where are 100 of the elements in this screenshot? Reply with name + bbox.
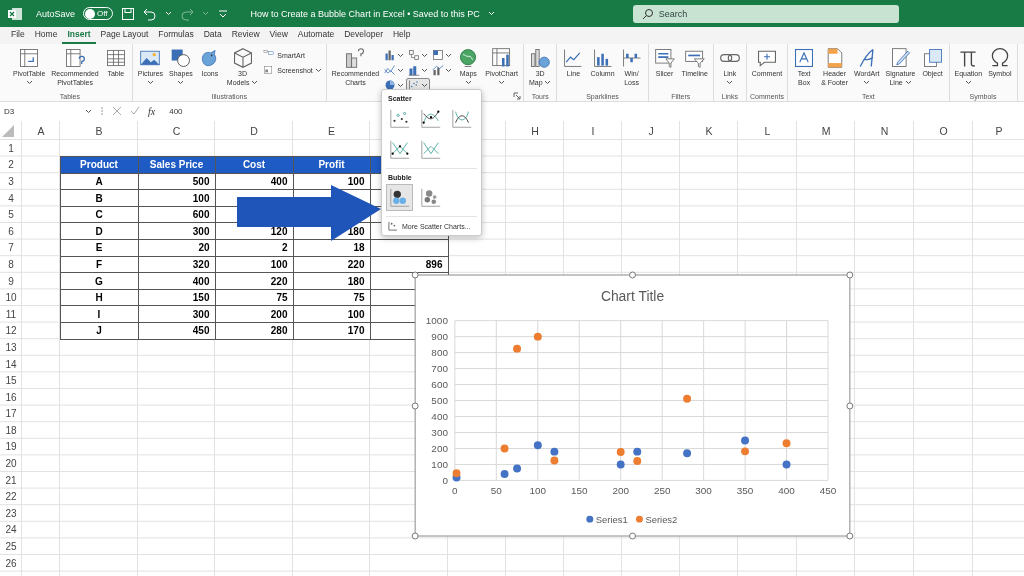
data-point <box>741 447 749 456</box>
resize-handle[interactable] <box>411 402 419 410</box>
ribbon-tab[interactable]: View <box>264 29 293 44</box>
formula-value[interactable]: 400 <box>169 106 183 116</box>
document-title[interactable]: How to Create a Bubble Chart in Excel • Saved to this PC <box>250 8 480 19</box>
ribbon-tab[interactable]: Automate <box>292 29 340 44</box>
axis-label: 250 <box>653 485 671 497</box>
data-point <box>782 439 791 448</box>
ribbon-tab[interactable]: Help <box>388 29 416 44</box>
ribbon-tab[interactable]: Review <box>226 29 265 44</box>
column-header[interactable]: A <box>22 121 60 140</box>
caret-icon <box>445 52 453 58</box>
column-heading: Sales Price <box>137 156 216 174</box>
row-header[interactable]: 15 <box>0 372 22 389</box>
row-header[interactable]: 8 <box>0 256 22 273</box>
caret-icon <box>397 52 405 58</box>
grid-icon <box>104 47 127 69</box>
resize-handle[interactable] <box>629 532 636 540</box>
column-header[interactable]: M <box>797 121 855 140</box>
column-header[interactable]: H <box>506 121 564 140</box>
row-header[interactable]: 19 <box>0 438 22 456</box>
column-header[interactable]: K <box>680 121 738 140</box>
scatter-chart-icon <box>419 107 442 130</box>
resize-handle[interactable] <box>411 532 419 540</box>
save-icon <box>120 6 135 21</box>
chart[interactable]: Chart Title 0 100 200 300 400 500 600 700 800 900 1000 0 50 100 150 200 250 300 350 400 450 Series1 Series2 <box>413 274 853 538</box>
row-header[interactable]: 24 <box>0 521 22 539</box>
row-header[interactable]: 23 <box>0 505 22 522</box>
column-header[interactable]: N <box>855 121 914 140</box>
row-header[interactable]: 25 <box>0 538 22 555</box>
axis-label: 100 <box>529 485 547 497</box>
row-header[interactable]: 6 <box>0 222 22 240</box>
row-header[interactable]: 17 <box>0 405 22 423</box>
resize-handle[interactable] <box>846 271 854 279</box>
name-box[interactable]: D3 <box>4 106 92 116</box>
row-header[interactable]: 13 <box>0 339 22 356</box>
caret-icon <box>397 67 405 73</box>
table-cell: 180 <box>292 272 371 290</box>
chart-option[interactable] <box>386 184 413 211</box>
table-cell: 300 <box>137 222 216 241</box>
bubble-chart-icon <box>388 186 411 209</box>
row-header[interactable]: 2 <box>0 156 22 174</box>
scatter-chart-icon <box>388 107 411 130</box>
row-header[interactable]: 4 <box>0 189 22 207</box>
text-box-icon <box>793 47 816 69</box>
row-header[interactable]: 1 <box>0 140 22 157</box>
column-header[interactable]: B <box>60 121 138 140</box>
table-cell: 18 <box>292 239 371 257</box>
search-field[interactable]: Search <box>632 4 899 23</box>
column-header[interactable]: P <box>973 121 1024 140</box>
axis-label: 300 <box>695 485 712 497</box>
ribbon-tab[interactable]: Home <box>29 29 63 44</box>
ribbon-tab[interactable]: Formulas <box>153 29 199 44</box>
column-header[interactable]: D <box>215 121 293 140</box>
row-header[interactable]: 9 <box>0 272 22 290</box>
row-header[interactable]: 16 <box>0 388 22 406</box>
resize-handle[interactable] <box>629 271 636 279</box>
row-header[interactable]: 26 <box>0 554 22 572</box>
row-header[interactable]: 10 <box>0 289 22 306</box>
column-header[interactable]: E <box>293 121 370 140</box>
row-header[interactable]: 18 <box>0 422 22 439</box>
chart-title: Chart Title <box>600 287 665 304</box>
function-label[interactable]: fx <box>148 105 156 117</box>
line-chart-icon <box>384 64 397 76</box>
data-point <box>500 444 509 453</box>
column-header[interactable]: C <box>138 121 215 140</box>
ribbon-tab[interactable]: Data <box>198 29 227 44</box>
data-point <box>533 441 542 450</box>
row-header[interactable]: 21 <box>0 471 22 489</box>
ribbon-tab[interactable]: Page Layout <box>95 29 154 44</box>
table-cell: 100 <box>137 189 216 207</box>
axis-label: 100 <box>431 458 448 470</box>
resize-handle[interactable] <box>846 532 854 540</box>
axis-label: 0 <box>442 474 448 486</box>
resize-handle[interactable] <box>411 271 419 279</box>
row-header[interactable]: 20 <box>0 455 22 472</box>
row-header[interactable]: 14 <box>0 355 22 373</box>
row-header[interactable]: 22 <box>0 488 22 506</box>
table-icon <box>18 47 41 69</box>
table-cell: 220 <box>214 272 294 290</box>
legend-marker <box>636 515 643 523</box>
ribbon-tab[interactable]: Developer <box>339 29 388 44</box>
column-header[interactable]: J <box>622 121 680 140</box>
column-header[interactable]: I <box>564 121 622 140</box>
axis-label: 800 <box>431 347 448 359</box>
resize-handle[interactable] <box>846 402 854 410</box>
row-header[interactable]: 5 <box>0 206 22 223</box>
table-cell: D <box>59 222 139 241</box>
table-cell: E <box>59 239 139 257</box>
row-header[interactable]: 3 <box>0 173 22 190</box>
row-header[interactable]: 12 <box>0 322 22 340</box>
row-header[interactable]: 11 <box>0 305 22 323</box>
legend-marker <box>586 515 594 523</box>
row-header[interactable]: 7 <box>0 239 22 257</box>
column-chart-icon <box>408 64 421 76</box>
ribbon-tab[interactable]: File <box>6 29 30 44</box>
column-header[interactable]: O <box>914 121 973 140</box>
bar-chart-icon <box>344 47 367 69</box>
caret-icon <box>85 108 92 114</box>
column-header[interactable]: L <box>738 121 797 140</box>
